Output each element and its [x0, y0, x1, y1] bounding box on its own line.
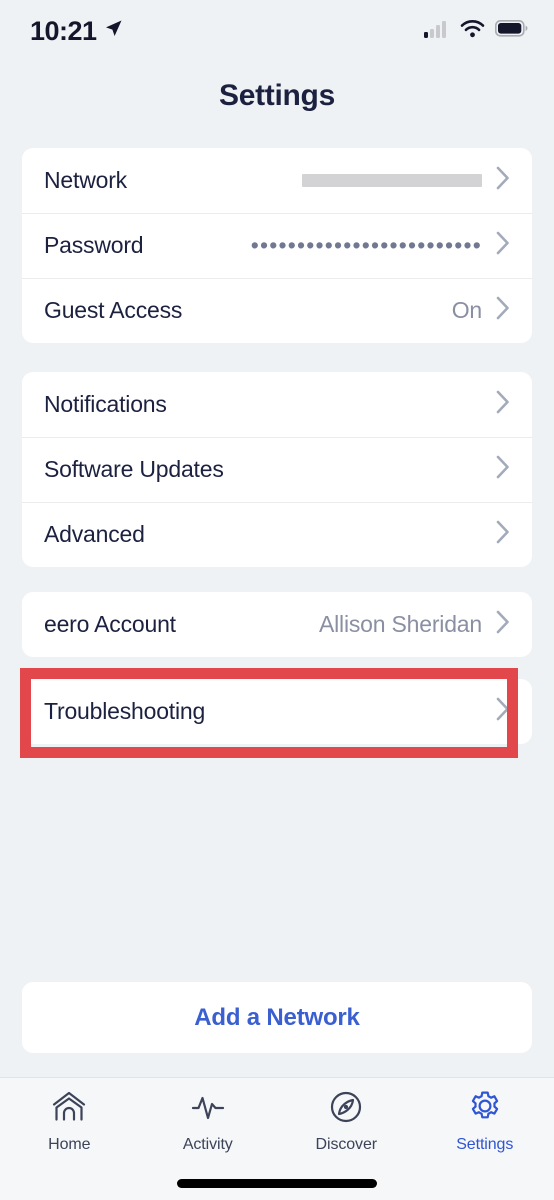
- status-time: 10:21: [30, 15, 97, 46]
- bottom-tab-bar: Home Activity Discover Settings: [0, 1077, 554, 1200]
- network-name-redaction-bar: [302, 174, 482, 187]
- chevron-right-icon: [496, 231, 510, 260]
- tab-settings[interactable]: Settings: [416, 1090, 554, 1154]
- add-network-label: Add a Network: [194, 1003, 360, 1031]
- settings-row-guest-access[interactable]: Guest Access On: [22, 278, 532, 343]
- settings-row-notifications[interactable]: Notifications: [22, 372, 532, 437]
- gear-icon: [467, 1090, 503, 1129]
- settings-row-label: Password: [44, 232, 144, 258]
- tab-home[interactable]: Home: [0, 1090, 139, 1154]
- home-indicator[interactable]: [177, 1179, 377, 1188]
- tab-discover[interactable]: Discover: [277, 1090, 416, 1154]
- settings-row-label: Software Updates: [44, 456, 224, 482]
- status-bar-right: [424, 19, 528, 43]
- status-bar-left: 10:21: [30, 15, 123, 46]
- home-icon: [51, 1090, 87, 1129]
- settings-row-value-area: •••••••••••••••••••••••••: [251, 231, 510, 260]
- wifi-icon: [460, 19, 485, 43]
- settings-row-label: Troubleshooting: [44, 698, 206, 724]
- tab-label: Discover: [315, 1136, 378, 1153]
- settings-row-value-area: Allison Sheridan: [319, 610, 510, 639]
- settings-row-value-area: [496, 697, 510, 726]
- location-arrow-icon: [104, 19, 123, 43]
- settings-row-password[interactable]: Password •••••••••••••••••••••••••: [22, 213, 532, 278]
- tab-label: Home: [48, 1136, 91, 1153]
- chevron-right-icon: [496, 520, 510, 549]
- chevron-right-icon: [496, 390, 510, 419]
- discover-compass-icon: [328, 1090, 364, 1129]
- settings-row-advanced[interactable]: Advanced: [22, 502, 532, 567]
- settings-row-software-updates[interactable]: Software Updates: [22, 437, 532, 502]
- status-bar: 10:21: [0, 0, 554, 62]
- settings-row-troubleshooting[interactable]: Troubleshooting: [22, 679, 532, 744]
- tab-label: Activity: [182, 1136, 233, 1153]
- chevron-right-icon: [496, 610, 510, 639]
- settings-group-troubleshooting: Troubleshooting: [22, 679, 532, 744]
- guest-access-status-value: On: [451, 297, 482, 323]
- battery-icon: [495, 20, 528, 42]
- settings-row-value-area: [496, 520, 510, 549]
- chevron-right-icon: [496, 296, 510, 325]
- settings-group-system: Notifications Software Updates Advanced: [22, 372, 532, 567]
- chevron-right-icon: [496, 166, 510, 195]
- add-network-button[interactable]: Add a Network: [22, 982, 532, 1053]
- tab-activity[interactable]: Activity: [139, 1090, 278, 1154]
- page-title: Settings: [219, 79, 335, 112]
- settings-group-network: Network Password •••••••••••••••••••••••…: [22, 148, 532, 343]
- settings-row-label: Network: [44, 167, 127, 193]
- cellular-signal-icon: [424, 20, 450, 43]
- eero-account-name-value: Allison Sheridan: [318, 611, 482, 637]
- password-masked-value: •••••••••••••••••••••••••: [250, 232, 482, 258]
- chevron-right-icon: [496, 455, 510, 484]
- activity-pulse-icon: [190, 1090, 226, 1129]
- chevron-right-icon: [496, 697, 510, 726]
- settings-row-network[interactable]: Network: [22, 148, 532, 213]
- settings-row-value-area: On: [452, 296, 510, 325]
- settings-group-account: eero Account Allison Sheridan: [22, 592, 532, 657]
- settings-row-eero-account[interactable]: eero Account Allison Sheridan: [22, 592, 532, 657]
- settings-row-value-area: [496, 455, 510, 484]
- tab-label: Settings: [456, 1136, 514, 1153]
- settings-row-value-area: [496, 390, 510, 419]
- settings-row-label: Notifications: [44, 391, 167, 417]
- settings-row-label: eero Account: [44, 611, 176, 637]
- settings-row-label: Advanced: [44, 521, 145, 547]
- settings-row-label: Guest Access: [44, 297, 183, 323]
- settings-row-value-area: [302, 166, 510, 195]
